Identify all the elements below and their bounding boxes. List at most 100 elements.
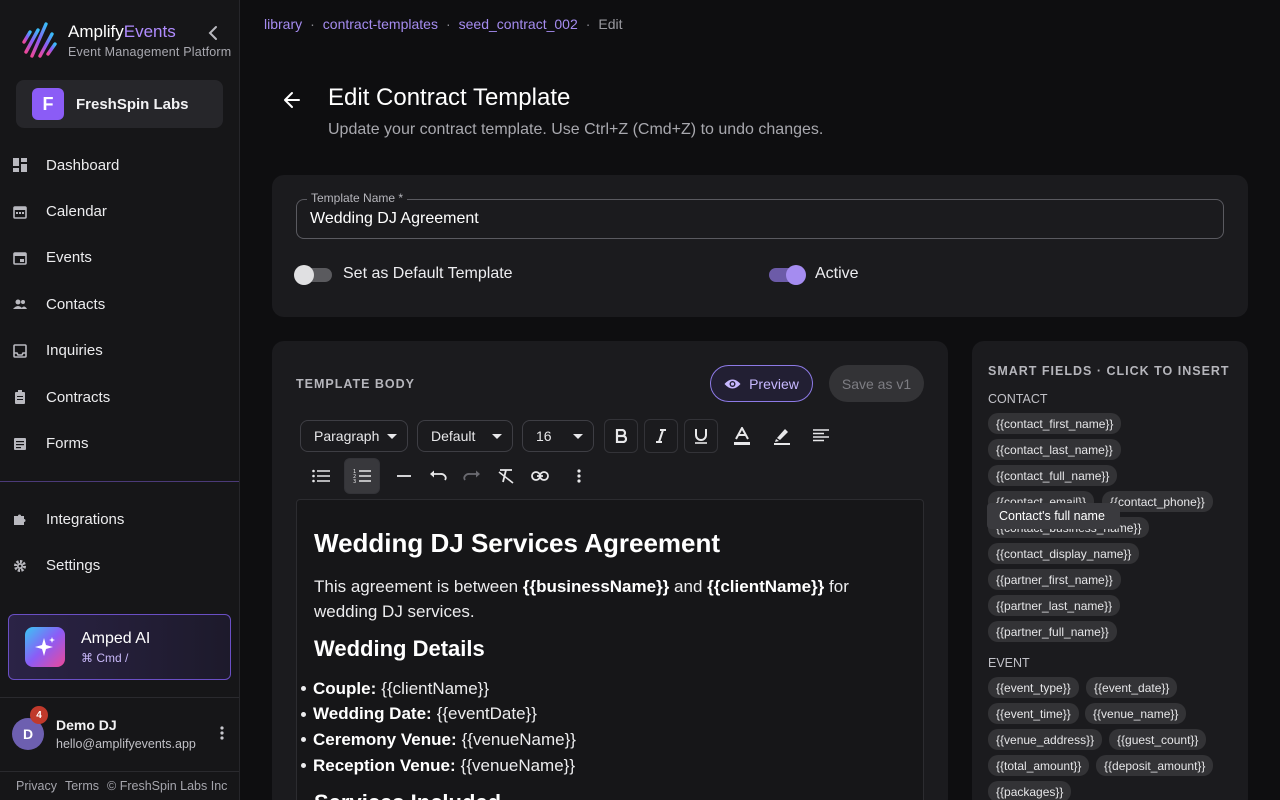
italic-icon <box>656 429 666 443</box>
sidebar-item-events[interactable]: Events <box>0 235 239 281</box>
doc-subheading: Services Included <box>314 790 501 800</box>
font-size-select[interactable]: 16 <box>522 420 594 452</box>
align-left-icon <box>813 429 829 442</box>
variable-client-name: {{clientName}} <box>707 577 825 596</box>
link-icon <box>531 471 549 481</box>
sidebar-item-label: Calendar <box>46 203 107 221</box>
bold-button[interactable] <box>604 419 638 453</box>
align-button[interactable] <box>806 421 836 451</box>
numbered-list-button[interactable]: 123 <box>344 458 380 494</box>
smart-field-chip[interactable]: {{partner_full_name}} <box>988 621 1117 642</box>
eye-icon <box>724 379 741 388</box>
smart-field-chip[interactable]: {{venue_address}} <box>988 729 1103 750</box>
org-name: FreshSpin Labs <box>76 95 189 113</box>
page-title: Edit Contract Template <box>328 84 571 111</box>
list-item: Reception Venue: {{venueName}} <box>301 753 576 779</box>
smart-field-chip[interactable]: {{contact_display_name}} <box>988 543 1140 564</box>
sidebar-item-label: Events <box>46 249 92 267</box>
privacy-link[interactable]: Privacy <box>16 779 57 793</box>
smart-field-chip[interactable]: {{partner_first_name}} <box>988 569 1121 590</box>
highlight-button[interactable] <box>767 421 797 451</box>
doc-subheading: Wedding Details <box>314 636 485 661</box>
preview-button[interactable]: Preview <box>710 365 813 402</box>
notification-badge: 4 <box>30 706 48 724</box>
terms-link[interactable]: Terms <box>65 779 99 793</box>
arrow-left-icon[interactable] <box>282 90 302 110</box>
amped-ai-button[interactable]: Amped AI ⌘ Cmd / <box>8 614 231 680</box>
redo-button[interactable] <box>457 461 487 491</box>
smart-field-chip[interactable]: {{guest_count}} <box>1109 729 1207 750</box>
template-body-card: TEMPLATE BODY Preview Save as v1 Paragra… <box>272 341 948 800</box>
amplify-logo-icon <box>22 22 57 58</box>
user-name: Demo DJ <box>56 717 117 733</box>
doc-heading: Wedding DJ Services Agreement <box>314 528 721 558</box>
more-vertical-icon[interactable] <box>220 726 224 740</box>
breadcrumb-current: Edit <box>598 16 623 32</box>
svg-text:3: 3 <box>353 479 356 484</box>
smart-field-chip[interactable]: {{venue_name}} <box>1085 703 1187 724</box>
clear-format-icon <box>498 469 514 484</box>
smart-field-chip[interactable]: {{total_amount}} <box>988 755 1090 776</box>
rich-text-editor[interactable]: Wedding DJ Services Agreement This agree… <box>296 499 924 800</box>
sidebar-item-calendar[interactable]: Calendar <box>0 188 239 234</box>
user-menu[interactable]: D 4 Demo DJ hello@amplifyevents.app <box>12 706 232 756</box>
bullet-list-button[interactable] <box>306 461 336 491</box>
underline-button[interactable] <box>684 419 718 453</box>
smart-field-chip[interactable]: {{partner_last_name}} <box>988 595 1121 616</box>
insert-link-button[interactable] <box>525 461 555 491</box>
underline-icon <box>695 429 707 444</box>
smart-field-chip[interactable]: {{contact_first_name}} <box>988 413 1122 434</box>
clear-formatting-button[interactable] <box>491 461 521 491</box>
more-vertical-icon <box>577 469 581 483</box>
brand[interactable]: AmplifyEvents Event Management Platform <box>20 18 231 60</box>
smart-field-chip[interactable]: {{contact_last_name}} <box>988 439 1121 460</box>
text-color-button[interactable] <box>727 421 757 451</box>
chevron-left-icon[interactable] <box>205 24 223 42</box>
doc-list: Couple: {{clientName}} Wedding Date: {{eve… <box>301 676 576 778</box>
smart-field-chip[interactable]: {{event_date}} <box>1086 677 1178 698</box>
sidebar-item-label: Contacts <box>46 295 106 313</box>
sidebar-item-dashboard[interactable]: Dashboard <box>0 142 239 188</box>
smart-field-chip[interactable]: {{deposit_amount}} <box>1096 755 1214 776</box>
template-name-field[interactable]: Template Name * <box>296 191 1224 239</box>
redo-icon <box>463 470 480 481</box>
sidebar-item-inquiries[interactable]: Inquiries <box>0 328 239 374</box>
form-icon <box>14 437 26 450</box>
sidebar-item-integrations[interactable]: Integrations <box>0 496 239 542</box>
undo-icon <box>430 470 447 481</box>
save-version-button[interactable]: Save as v1 <box>829 365 924 402</box>
font-family-select[interactable]: Default <box>417 420 513 452</box>
breadcrumb-link[interactable]: seed_contract_002 <box>459 16 578 32</box>
event-icon <box>13 252 27 265</box>
breadcrumb-link[interactable]: library <box>264 16 302 32</box>
org-switcher[interactable]: F FreshSpin Labs <box>16 80 223 128</box>
bullet-list-icon <box>312 469 330 483</box>
horizontal-rule-button[interactable] <box>389 461 419 491</box>
smart-field-chip[interactable]: {{packages}} <box>988 781 1072 800</box>
caret-down-icon <box>573 434 583 439</box>
template-name-input[interactable] <box>310 210 1190 228</box>
smart-field-chip[interactable]: {{event_time}} <box>988 703 1079 724</box>
list-item: Couple: {{clientName}} <box>301 676 576 702</box>
more-options-button[interactable] <box>564 461 594 491</box>
main-nav: Dashboard Calendar Events Contacts Inqui… <box>0 142 239 467</box>
sidebar-item-settings[interactable]: Settings <box>0 542 239 588</box>
undo-button[interactable] <box>423 461 453 491</box>
ai-title: Amped AI <box>81 629 151 647</box>
active-toggle[interactable] <box>769 265 806 285</box>
sidebar-item-contracts[interactable]: Contracts <box>0 374 239 420</box>
smart-field-chip[interactable]: {{event_type}} <box>988 677 1079 698</box>
breadcrumb-link[interactable]: contract-templates <box>323 16 438 32</box>
footer-links: Privacy Terms © FreshSpin Labs Inc <box>16 779 227 793</box>
sidebar-item-contacts[interactable]: Contacts <box>0 281 239 327</box>
default-template-toggle[interactable] <box>294 265 332 285</box>
sidebar-item-forms[interactable]: Forms <box>0 420 239 466</box>
smart-fields-panel: SMART FIELDS · CLICK TO INSERT CONTACT {… <box>972 341 1248 800</box>
sidebar-separator <box>0 697 239 698</box>
inbox-icon <box>13 343 27 358</box>
block-type-select[interactable]: Paragraph <box>300 420 408 452</box>
default-template-label: Set as Default Template <box>343 265 513 282</box>
italic-button[interactable] <box>644 419 678 453</box>
sidebar-item-label: Dashboard <box>46 156 120 174</box>
smart-field-chip[interactable]: {{contact_full_name}} <box>988 465 1118 486</box>
